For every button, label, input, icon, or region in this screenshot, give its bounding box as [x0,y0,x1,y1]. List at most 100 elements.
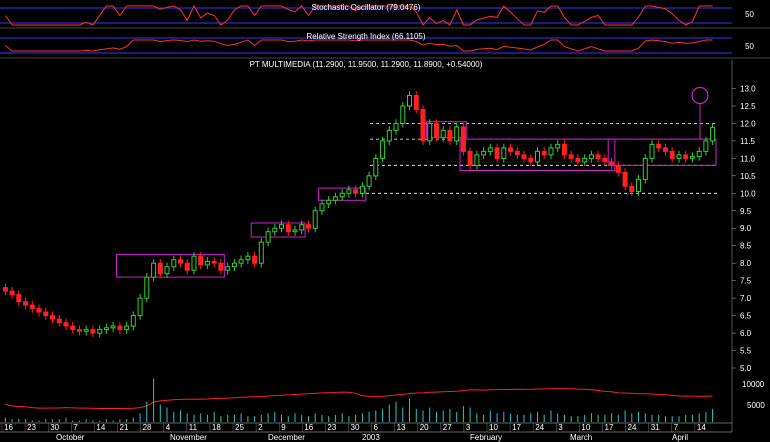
x-date-tick: 4 [166,423,171,432]
candle-body [494,147,500,159]
x-month-label: December [268,433,305,442]
x-date-tick: 2 [258,423,263,432]
y-tick-label: 8.5 [740,242,752,251]
candle-body [157,262,163,275]
candle-body [440,129,446,138]
candle-body [501,147,507,159]
consolidation-boxes [116,121,717,278]
y-tick-label: 8.0 [740,259,752,268]
x-date-tick: 14 [697,423,706,432]
x-month-label: March [570,433,592,442]
candle-body [710,126,716,142]
candle-body [124,325,130,331]
x-date-tick: 10 [581,423,590,432]
candle-body [225,266,231,271]
x-date-tick: 17 [605,423,614,432]
candle-body [90,329,96,334]
candle-body [110,325,116,329]
volume-label-5000: 5000 [747,401,765,410]
candle-body [561,143,567,156]
candle-body [346,189,352,194]
x-month-label: April [672,433,688,442]
x-date-tick: 7 [674,423,679,432]
candle-body [211,260,217,264]
x-date-tick: 18 [212,423,221,432]
x-date-tick: 11 [189,423,198,432]
candle-body [568,154,574,159]
candle-body [508,147,514,152]
x-date-tick: 30 [351,423,360,432]
candle-body [83,329,89,332]
consolidation-box [116,253,225,278]
candle-body [70,325,76,331]
candle-body [696,150,702,158]
y-tick-label: 6.5 [740,312,752,321]
candle-body [460,126,466,152]
y-tick-label: 10.0 [740,189,756,198]
candle-body [521,154,527,159]
candle-body [50,315,55,320]
candle-body [366,175,372,187]
x-date-tick: 24 [628,423,637,432]
candle-body [191,255,197,271]
rsi-label-50: 50 [745,42,754,51]
candle-body [447,129,453,142]
candle-body [582,157,588,163]
candle-body [548,147,554,156]
y-tick-label: 12.5 [740,102,756,111]
price-title: PT MULTIMEDIA (11.2900, 11.9500, 11.2900… [250,60,483,69]
candle-body [427,122,433,142]
candle-body [588,154,594,159]
candle-body [339,192,345,198]
target-marker [691,86,709,140]
candle-body [231,262,237,268]
y-tick-label: 7.5 [740,277,752,286]
candle-body [629,185,635,193]
candle-body [407,95,412,107]
candle-body [649,143,655,159]
candle-body [16,294,22,303]
candle-body [285,224,291,233]
y-tick-label: 9.5 [740,207,752,216]
candle-body [454,126,460,142]
candle-body [487,147,493,152]
volume-label-10000: 10000 [742,380,765,389]
candle-body [36,308,42,313]
y-tick-label: 6.0 [740,329,752,338]
candle-body [252,255,258,264]
candle-body [245,255,251,261]
candle-body [103,327,109,330]
x-date-tick: 25 [235,423,244,432]
y-tick-label: 9.0 [740,224,752,233]
x-date-tick: 7 [73,423,78,432]
candle-body [312,210,318,229]
y-tick-label: 11.0 [740,154,756,163]
volume-moving-average [5,388,713,410]
x-date-tick: 28 [143,423,152,432]
candle-body [63,322,69,327]
candle-body [23,301,29,306]
candle-body [144,276,150,299]
x-date-tick: 13 [397,423,406,432]
candle-body [636,178,641,193]
candle-body [137,297,143,317]
candle-body [130,315,136,327]
candle-body [332,196,338,201]
x-date-tick: 17 [512,423,521,432]
candle-body [703,140,709,152]
candle-body [669,150,675,159]
candle-body [319,203,325,212]
y-tick-label: 13.0 [740,85,756,94]
candle-body [413,95,419,110]
target-circle [691,86,709,105]
x-date-tick: 6 [374,423,379,432]
y-tick-label: 12.0 [740,119,756,128]
candle-body [218,262,224,271]
rsi-panel: Relative Strength Index (66.1105) 50 [0,32,770,59]
candle-body [279,224,284,229]
candle-body [151,262,157,278]
y-tick-label: 5.5 [740,347,752,356]
candle-body [299,224,305,231]
x-date-tick: 20 [420,423,429,432]
candle-body [535,150,540,163]
